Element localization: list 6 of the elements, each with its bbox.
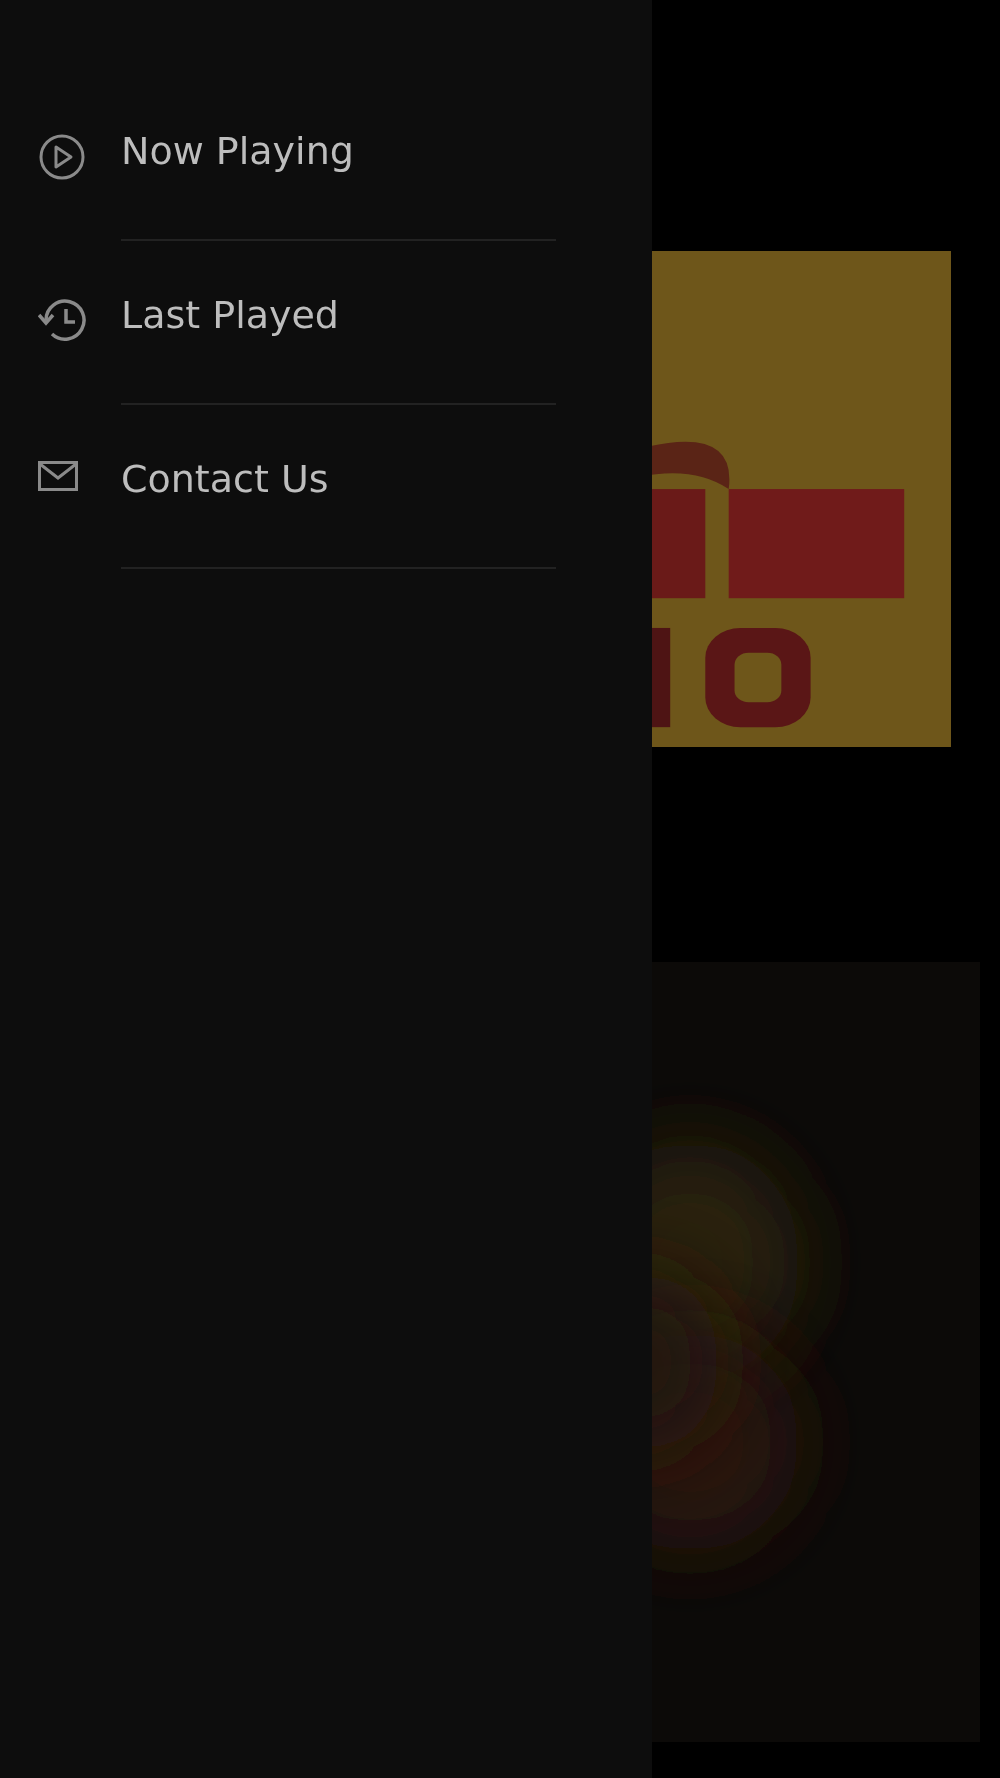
menu-item[interactable]: Contact Us [121, 457, 329, 503]
history-icon [38, 297, 88, 343]
menu-item[interactable]: Now Playing [121, 129, 354, 175]
play-icon [38, 133, 86, 181]
menu-item[interactable]: Last Played [121, 293, 339, 339]
mail-icon [38, 461, 78, 491]
